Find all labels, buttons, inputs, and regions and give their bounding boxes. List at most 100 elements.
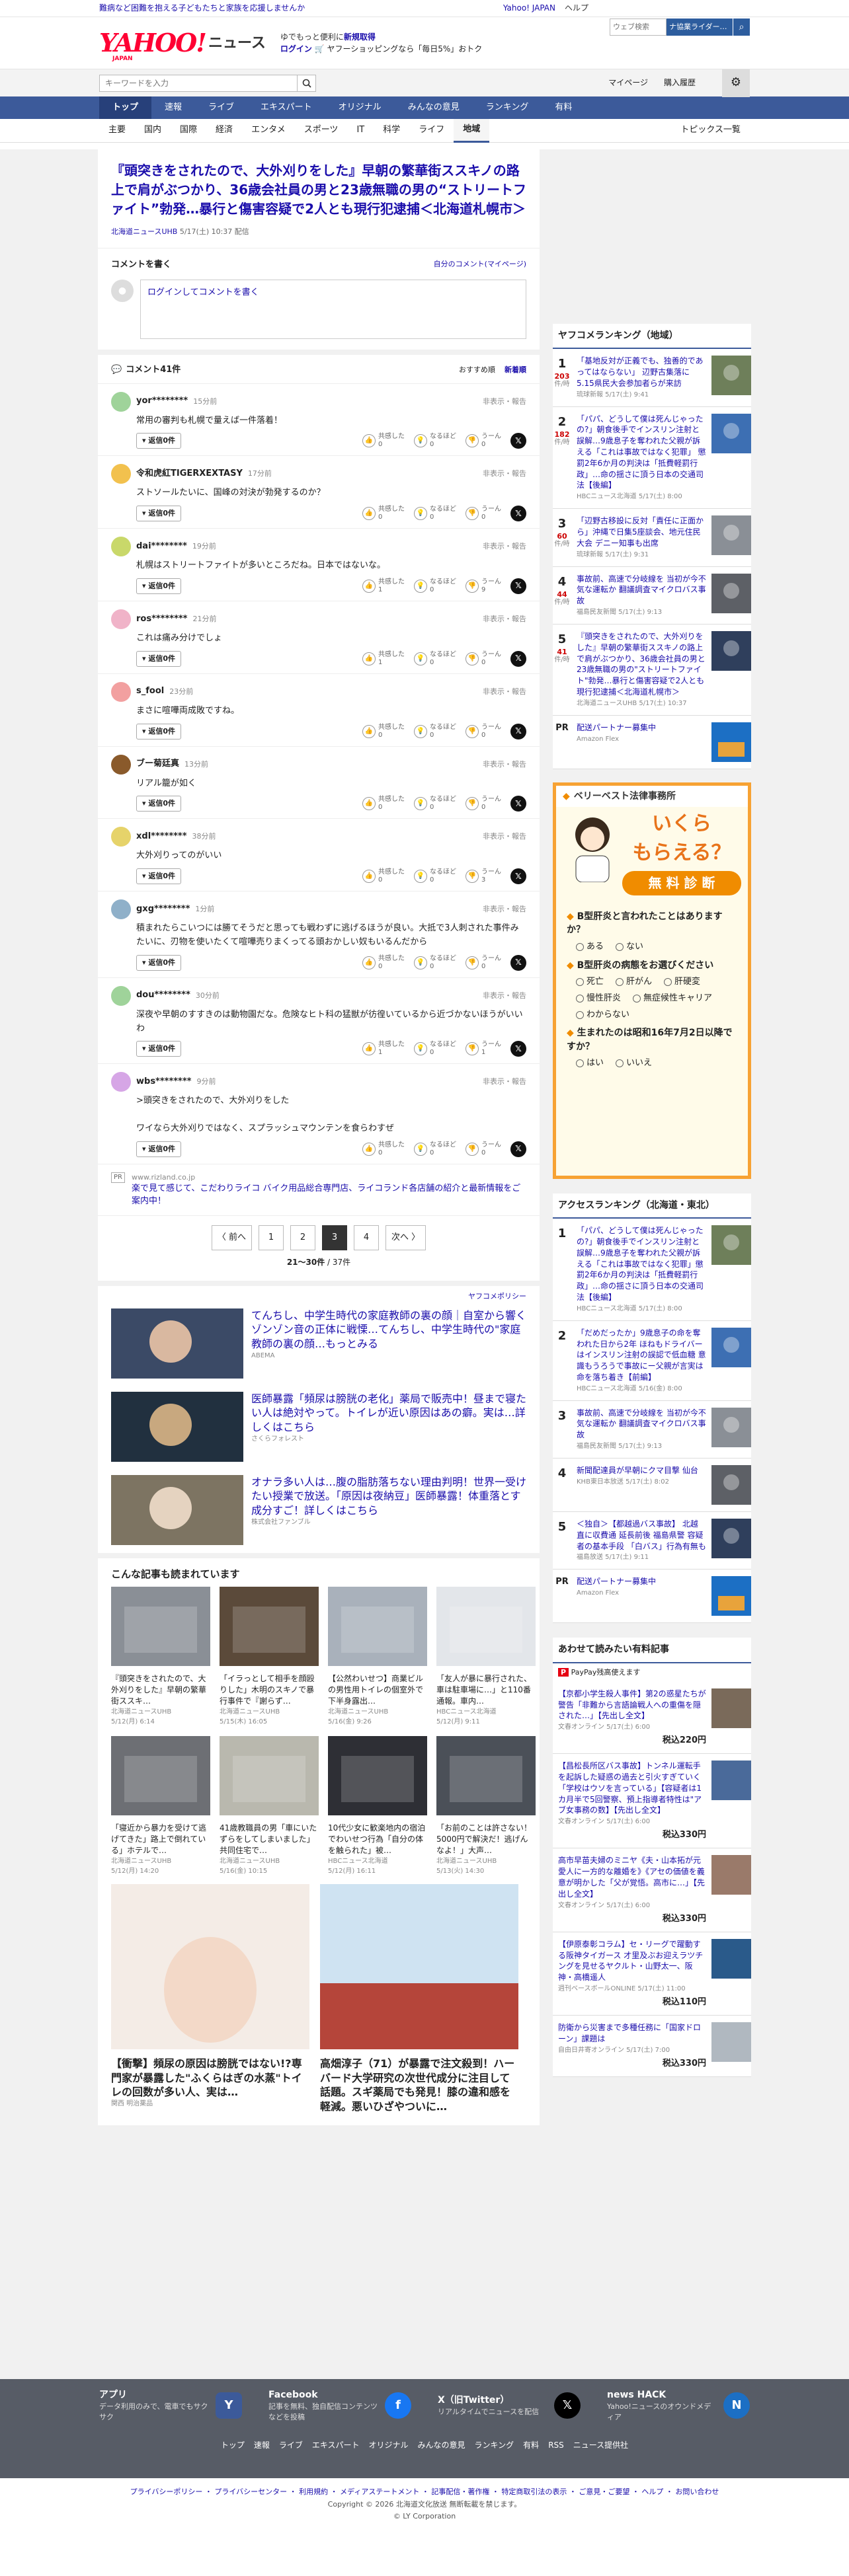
x-share-icon[interactable]: 𝕏 xyxy=(510,1041,526,1057)
reaction-uun[interactable]: 👎 うーん 0 xyxy=(465,796,501,812)
reply-button[interactable]: ▾ 返信0件 xyxy=(136,506,182,522)
reaction-hmm[interactable]: 💡 なるほど 0 xyxy=(414,651,456,667)
reaction-agree[interactable]: 👍 共感した 0 xyxy=(362,506,405,521)
ad-option[interactable]: 無症候性キャリア xyxy=(633,993,712,1005)
yahoo-news-logo[interactable]: YAHOO! JAPAN ニュース xyxy=(99,30,266,63)
reaction-agree[interactable]: 👍 共感した 0 xyxy=(362,1141,405,1157)
recommend-card[interactable]: 「イラっとして相手を顔殴りした」木明のスキノで暴行事件で『謝らず… 北海道ニュース… xyxy=(220,1587,319,1727)
reply-button[interactable]: ▾ 返信0件 xyxy=(136,650,182,667)
hide-report-link[interactable]: 非表示・報告 xyxy=(483,904,526,915)
footer-link-8[interactable]: RSS xyxy=(548,2440,564,2451)
ad-option[interactable]: いいえ xyxy=(616,1057,652,1070)
reply-button[interactable]: ▾ 返信0件 xyxy=(136,578,182,594)
topics-list-link[interactable]: トピックス一覧 xyxy=(671,119,750,143)
reaction-uun[interactable]: 👎 うーん 3 xyxy=(465,868,501,884)
category-tab-7[interactable]: 科学 xyxy=(374,119,409,143)
commenter-name[interactable]: ros******** xyxy=(136,613,187,626)
nav-item-0[interactable]: トップ xyxy=(99,96,152,119)
pr-amazon-2[interactable]: PR 配送パートナー募集中 Amazon Flex xyxy=(553,1570,751,1624)
category-tab-0[interactable]: 主要 xyxy=(99,119,135,143)
hide-report-link[interactable]: 非表示・報告 xyxy=(483,469,526,479)
bottom-ad[interactable]: 【衝撃】頻尿の原因は膀胱ではない!?専門家が暴露した"ふくらはぎの水蒸"トイレの… xyxy=(111,1884,309,2113)
footer-link-3[interactable]: エキスパート xyxy=(312,2440,360,2451)
commenter-name[interactable]: gxg******** xyxy=(136,903,190,916)
reply-button[interactable]: ▾ 返信0件 xyxy=(136,1041,182,1057)
ranking-item[interactable]: 1 203 件/時 「基地反対が正義でも、独善的であってはならない」 辺野古集落に5.… xyxy=(553,349,751,407)
reply-button[interactable]: ▾ 返信0件 xyxy=(136,433,182,449)
category-tab-8[interactable]: ライフ xyxy=(409,119,454,143)
reaction-agree[interactable]: 👍 共感した 1 xyxy=(362,1041,405,1057)
pr-comment[interactable]: PR www.rizland.co.jp 楽で見て感じて、こだわりライコ バイク… xyxy=(98,1164,540,1217)
ranking-item[interactable]: 2 182 件/時 「パパ、どうして僕は死んじゃったの?」朝食後手でインスリン注射と誤… xyxy=(553,406,751,510)
commenter-name[interactable]: dai******** xyxy=(136,541,187,553)
reaction-uun[interactable]: 👎 うーん 0 xyxy=(465,433,501,449)
reaction-agree[interactable]: 👍 共感した 0 xyxy=(362,796,405,812)
reaction-agree[interactable]: 👍 共感した 1 xyxy=(362,578,405,594)
news-search-button[interactable] xyxy=(298,74,316,92)
free-diagnosis-button[interactable]: 無 料 診 断 xyxy=(622,871,741,896)
category-tab-6[interactable]: IT xyxy=(347,119,374,143)
bottom-ad[interactable]: 高畑淳子（71）が暴露で注文殺到！ハーバード大学研究の次世代成分に注目して話題。… xyxy=(320,1884,518,2113)
footer-link-0[interactable]: トップ xyxy=(221,2440,245,2451)
purchase-history-link[interactable]: 購入履歴 xyxy=(664,77,696,89)
top-notice-link[interactable]: 難病など困難を抱える子どもたちと家族を応援しませんか xyxy=(99,3,305,14)
native-ad[interactable]: てんちし、中学生時代の家庭教師の裏の顔｜自室から響くゾンゾン音の正体に戦慄…てん… xyxy=(98,1302,540,1385)
commenter-name[interactable]: ブー菊廷真 xyxy=(136,758,179,771)
ad-option[interactable]: 肝がん xyxy=(616,976,652,989)
footer-link-9[interactable]: ニュース提供社 xyxy=(573,2440,628,2451)
article-source[interactable]: 北海道ニュースUHB xyxy=(111,227,177,236)
nav-item-3[interactable]: エキスパート xyxy=(247,96,325,119)
reaction-uun[interactable]: 👎 うーん 0 xyxy=(465,651,501,667)
reaction-uun[interactable]: 👎 うーん 1 xyxy=(465,1041,501,1057)
reply-button[interactable]: ▾ 返信0件 xyxy=(136,868,182,885)
page-button-4[interactable]: 4 xyxy=(354,1225,379,1251)
ad-option[interactable]: ある xyxy=(576,941,604,954)
reaction-hmm[interactable]: 💡 なるほど 0 xyxy=(414,1041,456,1057)
paid-article[interactable]: 【京都小学生殺人事件】第2の惑星たちが警告「非難から言語論戦人への重傷を隠された… xyxy=(553,1681,751,1755)
footer-app-2[interactable]: X（旧Twitter） リアルタイムでニュースを配信 𝕏 xyxy=(438,2388,581,2423)
ad-option[interactable]: ない xyxy=(616,941,643,954)
footer-link-2[interactable]: ライブ xyxy=(279,2440,303,2451)
page-button-2[interactable]: 2 xyxy=(290,1225,315,1251)
reaction-hmm[interactable]: 💡 なるほど 0 xyxy=(414,955,456,971)
recommend-card[interactable]: 『頭突きをされたので、大外刈りをした』早朝の繁華街ススキ… 北海道ニュースUHB 5… xyxy=(111,1587,210,1727)
nav-item-6[interactable]: ランキング xyxy=(473,96,542,119)
hide-report-link[interactable]: 非表示・報告 xyxy=(483,397,526,407)
paid-article[interactable]: 防衛から災害まで多種任務に「国家ドローン」課題は 自由日井寄オンライン 5/17(… xyxy=(553,2016,751,2077)
signup-link[interactable]: 新規取得 xyxy=(344,32,376,42)
commenter-name[interactable]: wbs******** xyxy=(136,1076,191,1088)
reaction-hmm[interactable]: 💡 なるほど 0 xyxy=(414,724,456,739)
prev-page-button[interactable]: 〈 前へ xyxy=(211,1225,252,1251)
ad-option[interactable]: 慢性肝炎 xyxy=(576,993,621,1005)
hide-report-link[interactable]: 非表示・報告 xyxy=(483,541,526,552)
reply-button[interactable]: ▾ 返信0件 xyxy=(136,796,182,812)
x-share-icon[interactable]: 𝕏 xyxy=(510,433,526,449)
access-item[interactable]: 2 「だめだったか」9歳息子の命を奪われた日から2年 ほねもドライバーはインスリン… xyxy=(553,1320,751,1401)
x-share-icon[interactable]: 𝕏 xyxy=(510,796,526,812)
law-firm-ad[interactable]: ◆ ベリーベスト法律事務所 いくら もらえる？ 無 料 診 断 ◆ B型肝炎と言わ… xyxy=(553,782,751,1179)
reaction-hmm[interactable]: 💡 なるほど 0 xyxy=(414,868,456,884)
hide-report-link[interactable]: 非表示・報告 xyxy=(483,759,526,770)
reaction-agree[interactable]: 👍 共感した 0 xyxy=(362,955,405,971)
sort-recommended[interactable]: おすすめ順 xyxy=(459,365,495,375)
reaction-uun[interactable]: 👎 うーん 0 xyxy=(465,506,501,521)
x-share-icon[interactable]: 𝕏 xyxy=(510,506,526,522)
x-share-icon[interactable]: 𝕏 xyxy=(510,723,526,739)
native-ad[interactable]: オナラ多い人は…腹の脂肪落ちない理由判明！世界一受けたい授業で放送。「原因は夜納… xyxy=(98,1468,540,1552)
comment-input[interactable]: ログインしてコメントを書く xyxy=(140,279,526,339)
yahoo-japan-link[interactable]: Yahoo! JAPAN xyxy=(503,3,555,14)
footer-app-0[interactable]: アプリ データ利用のみで、電車でもサクサク Y xyxy=(99,2388,242,2423)
reaction-agree[interactable]: 👍 共感した 0 xyxy=(362,868,405,884)
category-tab-4[interactable]: エンタメ xyxy=(242,119,295,143)
x-share-icon[interactable]: 𝕏 xyxy=(510,954,526,971)
access-item[interactable]: 3 事故前、高速で分岐線を 当初が今不気な運転か 翻議調査マイクロバス事故 福島民友… xyxy=(553,1400,751,1459)
reply-button[interactable]: ▾ 返信0件 xyxy=(136,1141,182,1157)
pr-text[interactable]: 楽で見て感じて、こだわりライコ バイク用品総合専門店、ライコランド各店舗の紹介と… xyxy=(132,1183,526,1208)
web-search-suggest[interactable]: ナ協業ライダー… xyxy=(667,19,733,36)
category-tab-3[interactable]: 経済 xyxy=(206,119,242,143)
reaction-uun[interactable]: 👎 うーん 0 xyxy=(465,1141,501,1157)
reaction-agree[interactable]: 👍 共感した 0 xyxy=(362,433,405,449)
footer-link-4[interactable]: オリジナル xyxy=(369,2440,409,2451)
nav-item-4[interactable]: オリジナル xyxy=(325,96,395,119)
reaction-hmm[interactable]: 💡 なるほど 0 xyxy=(414,1141,456,1157)
